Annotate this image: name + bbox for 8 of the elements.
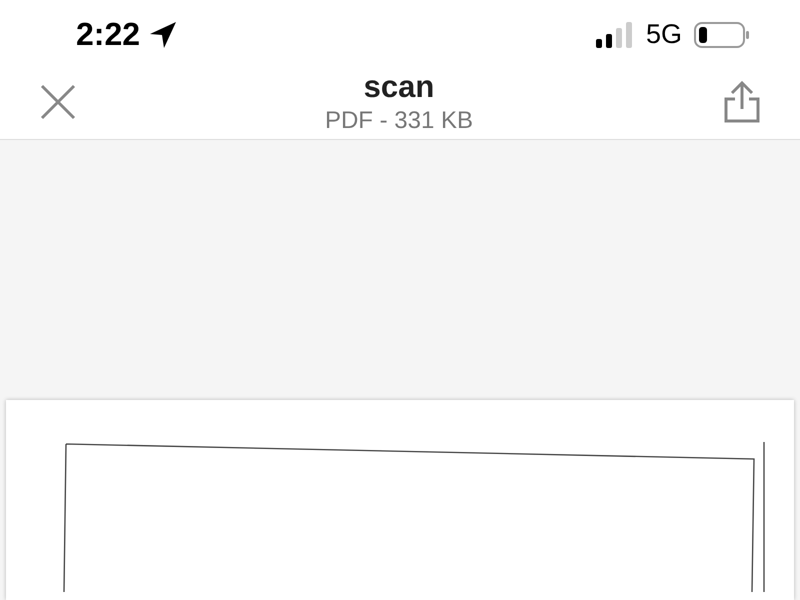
document-title: scan: [364, 69, 434, 105]
battery-icon: [694, 20, 750, 48]
network-label: 5G: [646, 19, 682, 50]
status-time: 2:22: [76, 16, 140, 53]
signal-icon: [596, 20, 634, 48]
close-button[interactable]: [38, 82, 78, 122]
document-info: PDF - 331 KB: [324, 107, 474, 135]
location-arrow-icon: [148, 20, 178, 48]
